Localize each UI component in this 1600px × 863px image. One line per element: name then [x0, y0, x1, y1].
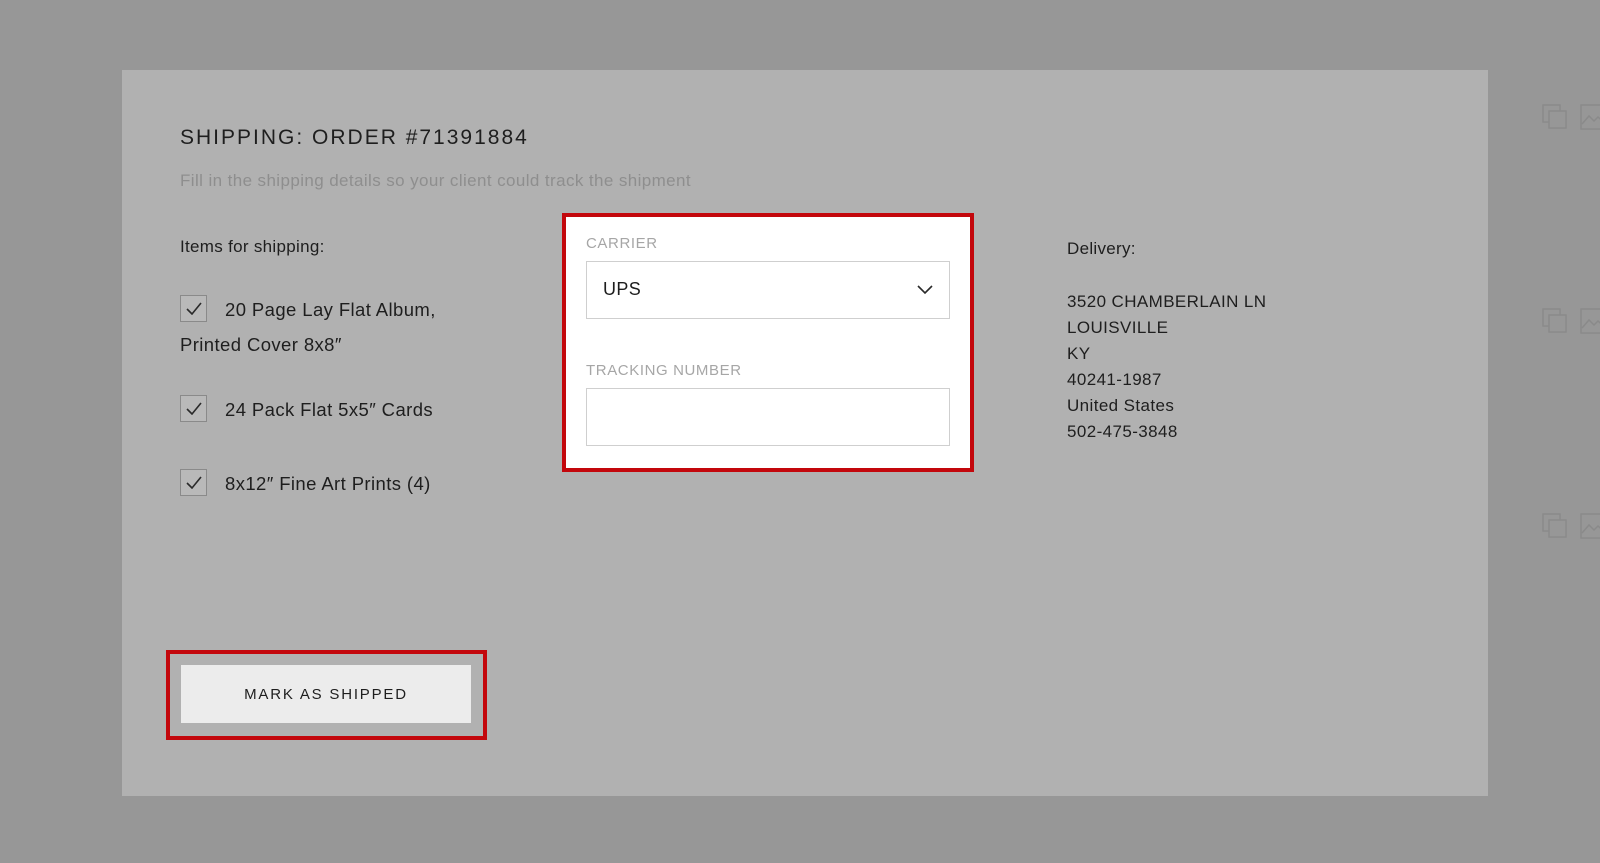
copy-icon[interactable] — [1542, 513, 1568, 544]
checkmark-icon — [186, 402, 202, 415]
checkmark-icon — [186, 302, 202, 315]
item-checkbox[interactable] — [180, 395, 207, 422]
copy-icon[interactable] — [1542, 308, 1568, 339]
shipping-item[interactable]: 8x12″ Fine Art Prints (4) — [180, 466, 480, 501]
address-line: 3520 CHAMBERLAIN LN — [1067, 292, 1267, 311]
items-heading: Items for shipping: — [180, 237, 325, 256]
tracking-number-input[interactable] — [586, 388, 950, 446]
item-checkbox[interactable] — [180, 469, 207, 496]
tracking-number-label: TRACKING NUMBER — [586, 362, 742, 379]
address-line: LOUISVILLE — [1067, 318, 1169, 337]
item-label: 8x12″ Fine Art Prints (4) — [225, 473, 431, 494]
delivery-address: 3520 CHAMBERLAIN LN LOUISVILLE KY 40241-… — [1067, 289, 1266, 445]
shipping-modal: SHIPPING: ORDER #71391884 Fill in the sh… — [122, 70, 1488, 796]
address-line: 502-475-3848 — [1067, 422, 1178, 441]
shipping-item[interactable]: 20 Page Lay Flat Album, Printed Cover 8x… — [180, 292, 480, 362]
copy-icon[interactable] — [1542, 104, 1568, 135]
address-line: 40241-1987 — [1067, 370, 1162, 389]
address-line: KY — [1067, 344, 1091, 363]
checkmark-icon — [186, 476, 202, 489]
carrier-label: CARRIER — [586, 235, 658, 252]
carrier-select[interactable]: UPS — [586, 261, 950, 319]
item-checkbox[interactable] — [180, 295, 207, 322]
address-line: United States — [1067, 396, 1175, 415]
mark-shipped-highlight: MARK AS SHIPPED — [166, 650, 487, 740]
shipping-form: CARRIER UPS TRACKING NUMBER — [562, 213, 974, 472]
delivery-heading: Delivery: — [1067, 239, 1136, 258]
image-icon[interactable] — [1580, 308, 1600, 339]
item-label: 24 Pack Flat 5x5″ Cards — [225, 399, 434, 420]
modal-subtitle: Fill in the shipping details so your cli… — [180, 171, 692, 190]
modal-title: SHIPPING: ORDER #71391884 — [180, 126, 529, 149]
mark-as-shipped-button[interactable]: MARK AS SHIPPED — [181, 665, 471, 723]
chevron-down-icon — [917, 285, 933, 295]
item-label: 20 Page Lay Flat Album, Printed Cover 8x… — [180, 299, 436, 355]
image-icon[interactable] — [1580, 513, 1600, 544]
shipping-item[interactable]: 24 Pack Flat 5x5″ Cards — [180, 392, 480, 427]
carrier-selected-value: UPS — [603, 279, 642, 299]
image-icon[interactable] — [1580, 104, 1600, 135]
